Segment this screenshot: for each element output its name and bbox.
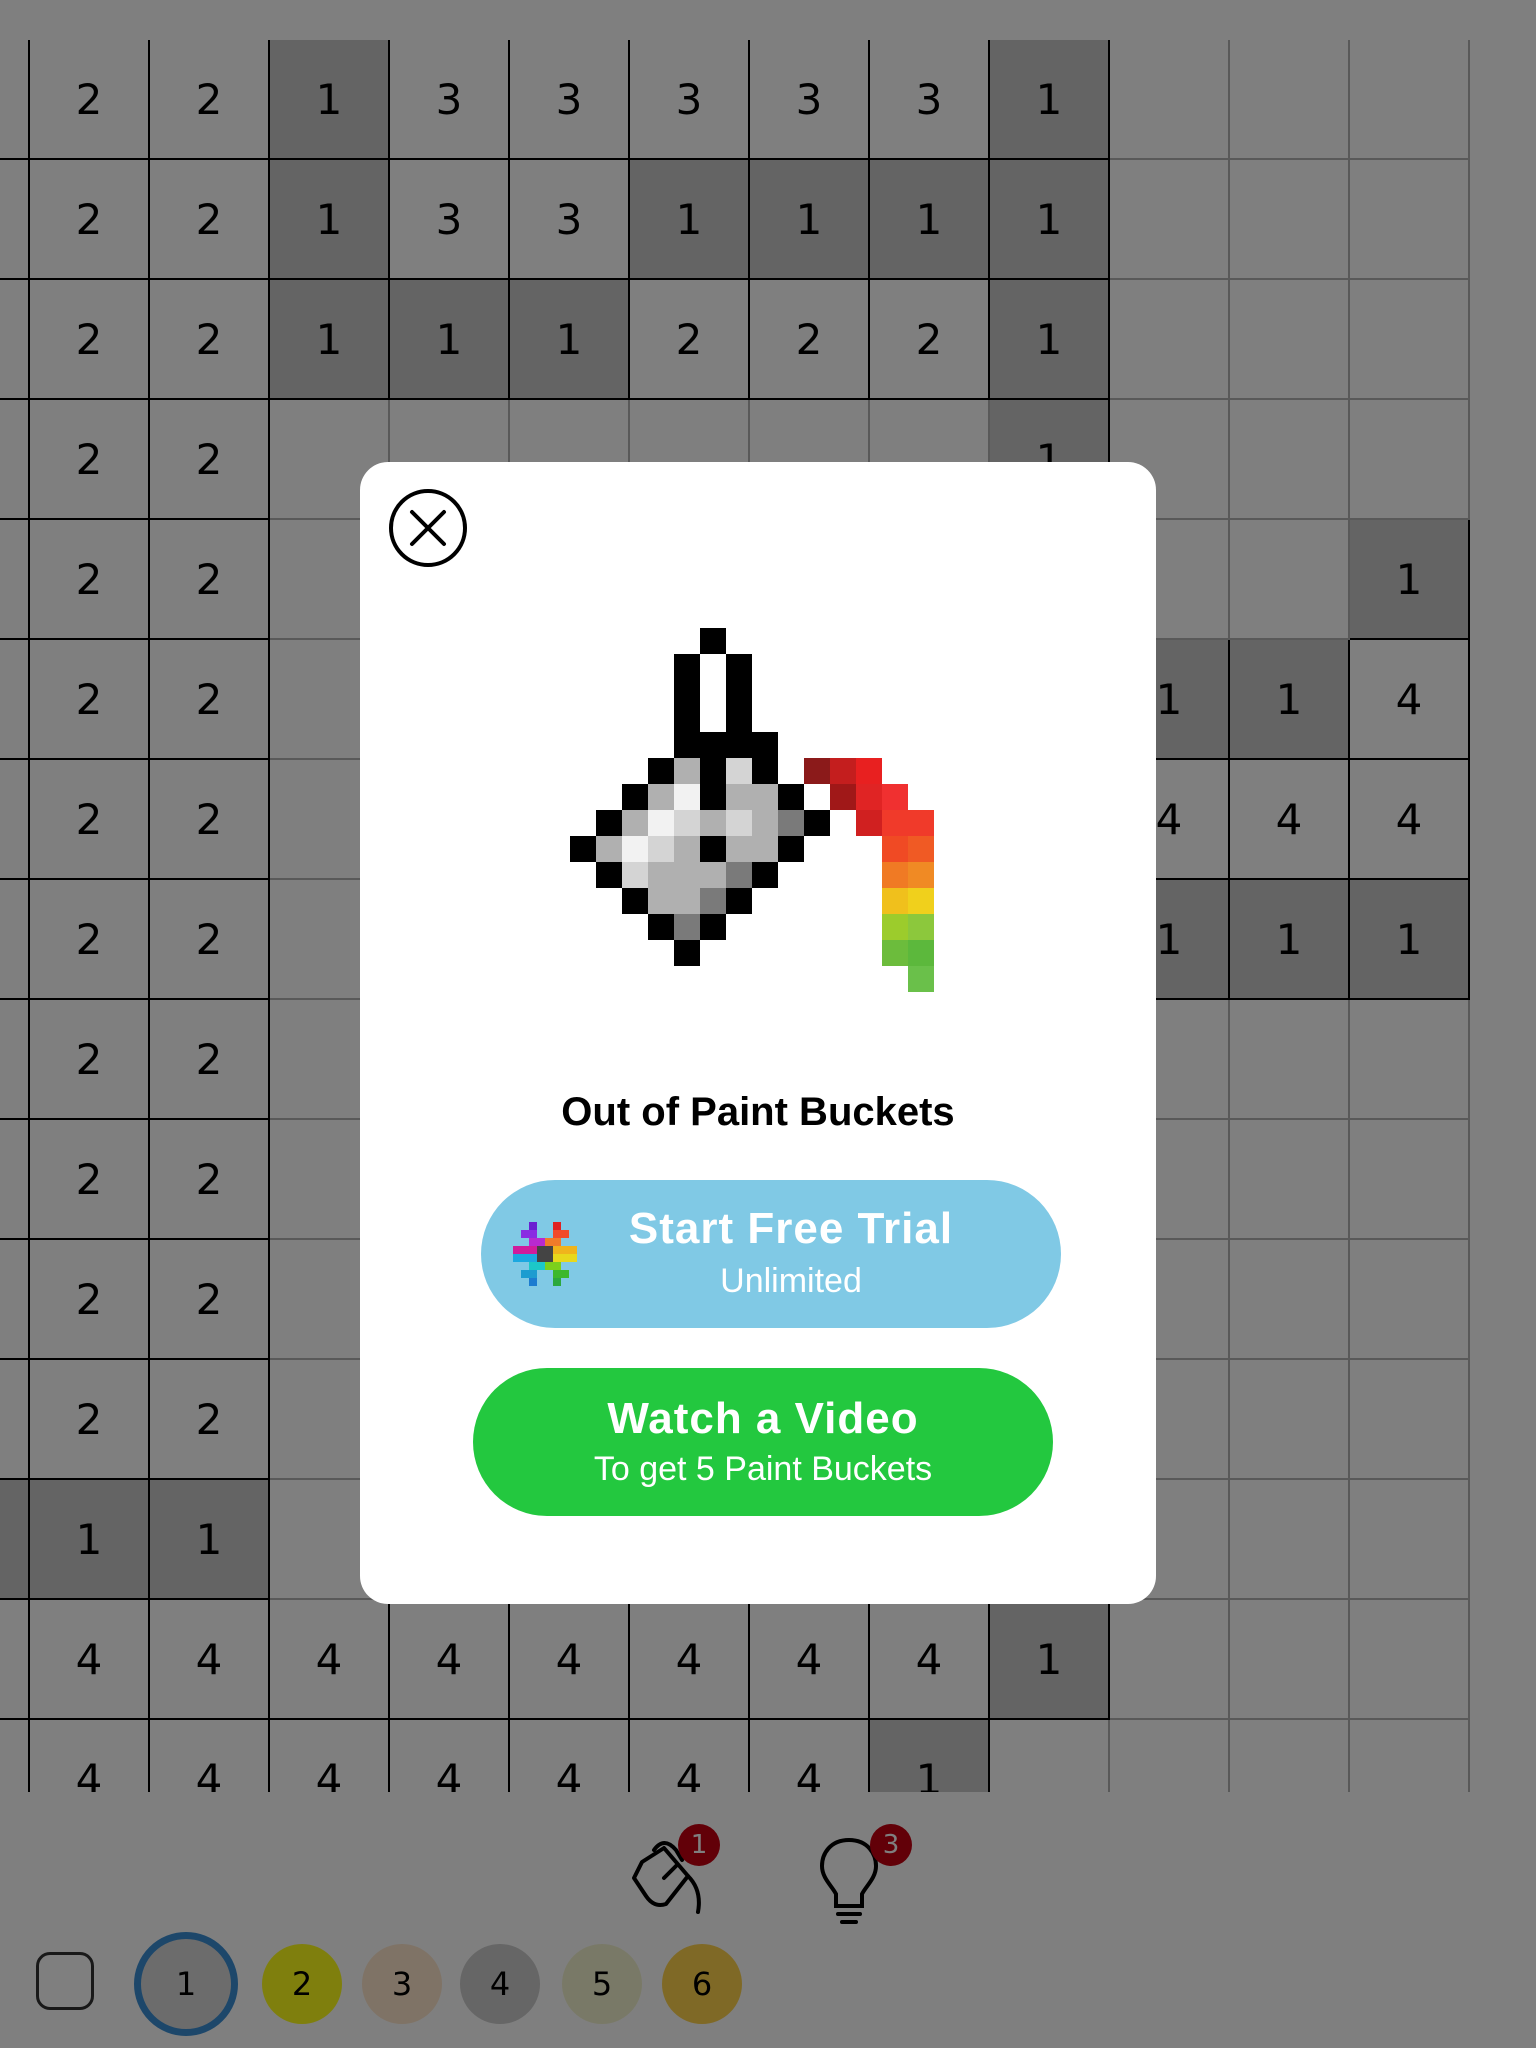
- start-free-trial-button[interactable]: Start Free Trial Unlimited: [481, 1180, 1061, 1328]
- paint-bucket-illustration: [570, 628, 934, 992]
- dialog-title: Out of Paint Buckets: [561, 1090, 955, 1134]
- video-button-subtitle: To get 5 Paint Buckets: [593, 1450, 933, 1488]
- video-button-title: Watch a Video: [607, 1394, 919, 1443]
- trial-button-subtitle: Unlimited: [720, 1262, 862, 1300]
- out-of-buckets-dialog: Out of Paint Buckets Start Free Trial Un…: [360, 462, 1156, 1604]
- trial-button-title: Start Free Trial: [628, 1204, 954, 1253]
- watch-video-button[interactable]: Watch a Video To get 5 Paint Buckets: [473, 1368, 1053, 1516]
- close-icon[interactable]: [388, 488, 468, 568]
